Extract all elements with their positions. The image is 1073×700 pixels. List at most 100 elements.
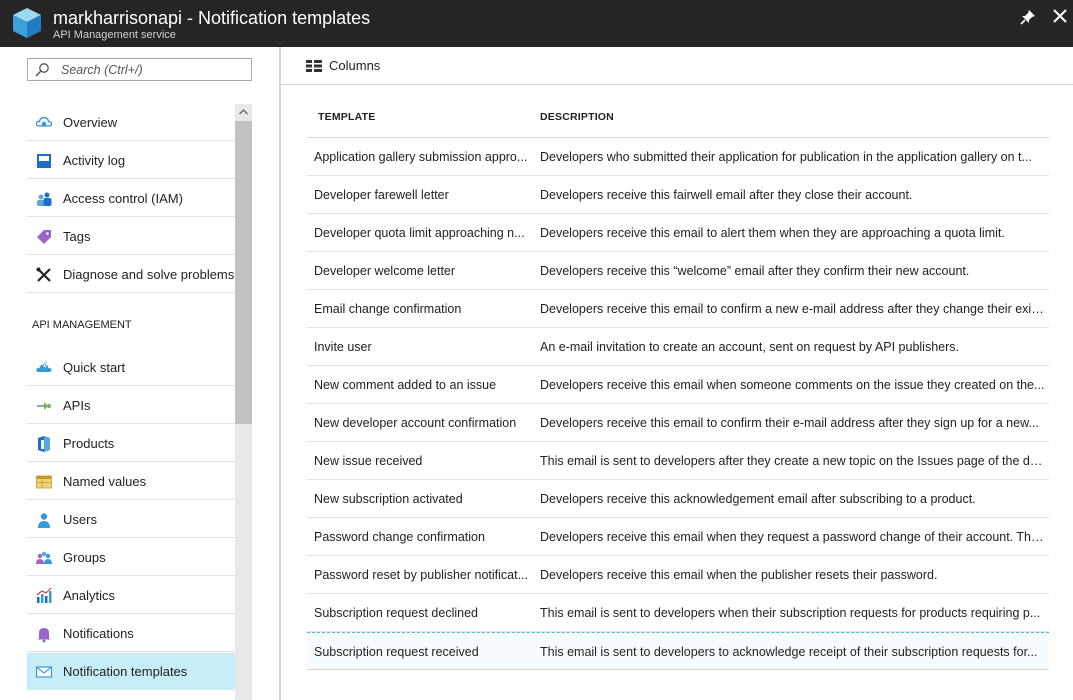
table-row[interactable]: Developer farewell letter Developers rece… bbox=[307, 176, 1049, 214]
scroll-up-arrow-icon[interactable] bbox=[235, 104, 252, 120]
table-row[interactable]: Developer welcome letter Developers recei… bbox=[307, 252, 1049, 290]
pin-icon[interactable] bbox=[1019, 8, 1037, 26]
menu-item-label: Notification templates bbox=[63, 664, 188, 679]
template-name-cell: Application gallery submission appro... bbox=[314, 150, 528, 164]
menu-item-label: Tags bbox=[63, 229, 91, 244]
menu-item-label: Groups bbox=[63, 550, 106, 565]
table-row[interactable]: Invite user An e-mail invitation to creat… bbox=[307, 328, 1049, 366]
menu-item-users[interactable]: Users bbox=[27, 501, 235, 538]
table-row[interactable]: Password reset by publisher notificat...… bbox=[307, 556, 1049, 594]
menu-item-analytics[interactable]: Analytics bbox=[27, 577, 235, 614]
menu-item-label: Notifications bbox=[63, 626, 134, 641]
menu-item-groups[interactable]: Groups bbox=[27, 539, 235, 576]
template-name-cell: New issue received bbox=[314, 454, 423, 468]
quick-start-icon bbox=[36, 361, 52, 372]
table-row[interactable]: New developer account confirmation Develo… bbox=[307, 404, 1049, 442]
products-icon bbox=[38, 436, 50, 452]
user-icon bbox=[38, 513, 50, 528]
envelope-icon bbox=[35, 666, 53, 678]
table-row[interactable]: New subscription activated Developers rec… bbox=[307, 480, 1049, 518]
template-description-cell: Developers receive this email when someo… bbox=[540, 378, 1045, 392]
analytics-icon bbox=[36, 587, 52, 603]
template-description-cell: Developers receive this fairwell email a… bbox=[540, 188, 913, 202]
template-description-cell: Developers receive this “welcome” email … bbox=[540, 264, 970, 278]
template-name-cell: New subscription activated bbox=[314, 492, 463, 506]
template-name-cell: Developer quota limit approaching n... bbox=[314, 226, 525, 240]
activity-log-icon bbox=[37, 154, 51, 168]
menu-item-label: Products bbox=[63, 436, 115, 451]
table-row[interactable]: Subscription request received This email … bbox=[307, 632, 1049, 670]
template-name-cell: Subscription request declined bbox=[314, 606, 478, 620]
table-row[interactable]: New issue received This email is sent to … bbox=[307, 442, 1049, 480]
menu-item-products[interactable]: Products bbox=[27, 425, 235, 462]
title-bar: markharrisonapi - Notification templates… bbox=[0, 0, 1073, 47]
template-description-cell: This email is sent to developers to ackn… bbox=[540, 645, 1038, 659]
menu-item-label: Diagnose and solve problems bbox=[63, 267, 235, 282]
column-header-description[interactable]: DESCRIPTION bbox=[540, 111, 614, 123]
menu-item-tags[interactable]: Tags bbox=[27, 218, 235, 255]
api-management-cube-icon bbox=[13, 8, 41, 38]
menu-item-label: Access control (IAM) bbox=[63, 191, 183, 206]
page-title: markharrisonapi - Notification templates bbox=[53, 8, 371, 28]
menu-item-activity-log[interactable]: Activity log bbox=[27, 142, 235, 179]
search-box[interactable] bbox=[27, 58, 252, 81]
template-description-cell: Developers who submitted their applicati… bbox=[540, 150, 1032, 164]
scrollbar-thumb[interactable] bbox=[235, 121, 252, 424]
template-description-cell: Developers receive this email when the p… bbox=[540, 568, 938, 582]
template-name-cell: Password reset by publisher notificat... bbox=[314, 568, 528, 582]
columns-label: Columns bbox=[329, 58, 381, 73]
template-name-cell: Subscription request received bbox=[314, 645, 479, 659]
menu-item-label: APIs bbox=[63, 398, 91, 413]
apis-icon bbox=[37, 402, 51, 410]
search-input[interactable] bbox=[61, 61, 246, 79]
menu-item-apis[interactable]: APIs bbox=[27, 387, 235, 424]
template-description-cell: This email is sent to developers after t… bbox=[540, 454, 1047, 468]
menu-item-label: Quick start bbox=[63, 360, 126, 375]
table-header: TEMPLATE DESCRIPTION bbox=[307, 100, 1049, 138]
table-row[interactable]: Email change confirmation Developers rece… bbox=[307, 290, 1049, 328]
template-name-cell: Invite user bbox=[314, 340, 372, 354]
template-description-cell: Developers receive this email to confirm… bbox=[540, 302, 1047, 316]
menu-item-label: Users bbox=[63, 512, 97, 527]
table-row[interactable]: New comment added to an issue Developers … bbox=[307, 366, 1049, 404]
wrench-icon bbox=[36, 267, 51, 282]
section-header-api-management: API MANAGEMENT bbox=[32, 319, 132, 331]
template-description-cell: Developers receive this acknowledgement … bbox=[540, 492, 976, 506]
menu-item-notification-templates[interactable]: Notification templates bbox=[27, 653, 235, 690]
template-description-cell: Developers receive this email to alert t… bbox=[540, 226, 1005, 240]
template-name-cell: Developer farewell letter bbox=[314, 188, 449, 202]
template-name-cell: New developer account confirmation bbox=[314, 416, 517, 430]
search-icon bbox=[35, 63, 49, 77]
column-header-template[interactable]: TEMPLATE bbox=[318, 111, 375, 123]
overview-icon bbox=[35, 116, 53, 127]
menu-item-label: Overview bbox=[63, 115, 118, 130]
menu-item-label: Named values bbox=[63, 474, 147, 489]
menu-item-access-control[interactable]: Access control (IAM) bbox=[27, 180, 235, 217]
menu-item-label: Analytics bbox=[63, 588, 116, 603]
template-name-cell: Password change confirmation bbox=[314, 530, 485, 544]
groups-icon bbox=[36, 551, 52, 564]
menu-item-named-values[interactable]: Named values bbox=[27, 463, 235, 500]
page-subtitle: API Management service bbox=[53, 29, 176, 41]
template-name-cell: Developer welcome letter bbox=[314, 264, 456, 278]
table-row[interactable]: Password change confirmation Developers r… bbox=[307, 518, 1049, 556]
columns-icon bbox=[306, 60, 322, 72]
bell-icon bbox=[37, 628, 51, 643]
access-control-icon bbox=[37, 192, 52, 206]
table-row[interactable]: Developer quota limit approaching n... De… bbox=[307, 214, 1049, 252]
menu-item-diagnose[interactable]: Diagnose and solve problems bbox=[27, 256, 235, 293]
template-name-cell: New comment added to an issue bbox=[314, 378, 497, 392]
menu-item-label: Activity log bbox=[63, 153, 126, 168]
template-name-cell: Email change confirmation bbox=[314, 302, 462, 316]
command-bar: Columns bbox=[281, 47, 1073, 85]
table-row[interactable]: Subscription request declined This email … bbox=[307, 594, 1049, 632]
menu-scrollbar[interactable] bbox=[235, 104, 252, 700]
template-description-cell: An e-mail invitation to create an accoun… bbox=[540, 340, 959, 354]
menu-item-overview[interactable]: Overview bbox=[27, 104, 235, 141]
resource-menu: Overview Activity log Access control (IA… bbox=[0, 47, 280, 700]
menu-list: Overview Activity log Access control (IA… bbox=[27, 104, 235, 700]
menu-item-notifications[interactable]: Notifications bbox=[27, 615, 235, 652]
menu-item-quick-start[interactable]: Quick start bbox=[27, 349, 235, 386]
table-row[interactable]: Application gallery submission appro... D… bbox=[307, 138, 1049, 176]
close-icon[interactable] bbox=[1051, 7, 1069, 25]
